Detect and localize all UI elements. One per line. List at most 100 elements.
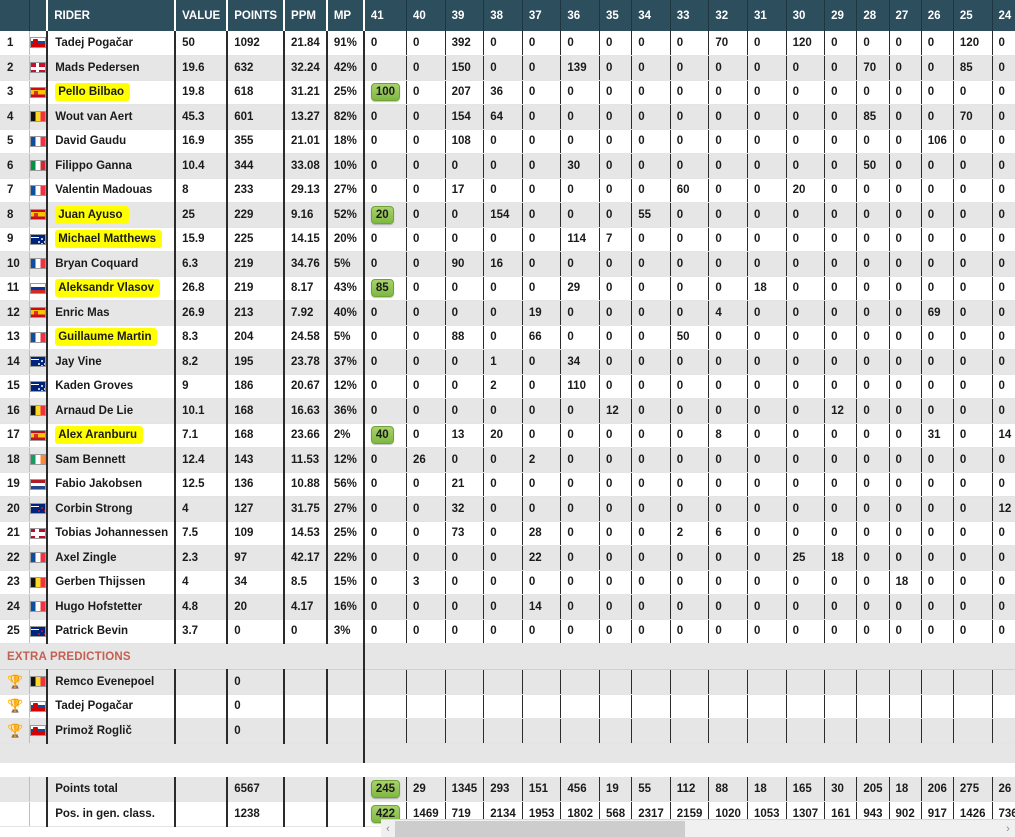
rider-name-cell[interactable]: David Gaudu — [47, 129, 177, 154]
table-row[interactable]: 19 Fabio Jakobsen 12.5 136 10.88 56% 0 0 21 0 0 0 0 0… — [0, 472, 1015, 497]
column-header-stage-32[interactable]: 32 — [708, 0, 748, 31]
table-row[interactable]: 21 Tobias Johannessen 7.5 109 14.53 25% 0 0 73 0 2… — [0, 521, 1015, 546]
extra-prediction-name[interactable]: Tadej Pogačar — [47, 694, 177, 719]
column-header-stage-35[interactable]: 35 — [599, 0, 633, 31]
rider-name-highlighted[interactable]: Aleksandr Vlasov — [55, 279, 161, 298]
stage-cell-41: 0 — [363, 472, 408, 497]
table-row[interactable]: 22 Axel Zingle 2.3 97 42.17 22% 0 0 0 0 22 0 0 0 0 0 0 25… — [0, 545, 1015, 571]
column-header-rider[interactable]: RIDER — [47, 0, 177, 31]
stage-cell-28: 0 — [856, 594, 890, 620]
scrollbar-track[interactable] — [395, 820, 1001, 837]
table-row[interactable]: 17 Alex Aranburu 7.1 168 23.66 2% 40 0 13 20 0 0 0 0 0… — [0, 423, 1015, 448]
table-row[interactable]: 20 Corbin Strong 4 127 31.75 27% 0 0 32 0 0 0 0 0 0 0 0 0… — [0, 496, 1015, 522]
rider-name-cell[interactable]: Aleksandr Vlasov — [47, 276, 177, 301]
rider-name-cell[interactable]: Hugo Hofstetter — [47, 594, 177, 620]
rider-mp: 22% — [326, 545, 365, 571]
column-header-stage-38[interactable]: 38 — [483, 0, 523, 31]
extra-prediction-row[interactable]: 🏆 Primož Roglič 0 — [0, 718, 1015, 744]
rider-name-cell[interactable]: Arnaud De Lie — [47, 398, 177, 424]
column-header-stage-26[interactable]: 26 — [921, 0, 954, 31]
table-row[interactable]: 3 Pello Bilbao 19.8 618 31.21 25% 100 0 207 36 0 0 0… — [0, 80, 1015, 105]
table-row[interactable]: 2 Mads Pedersen 19.6 632 32.24 42% 0 0 150 0 0 139 0… — [0, 55, 1015, 81]
scroll-right-arrow-icon[interactable]: › — [1001, 820, 1015, 837]
rider-name-highlighted[interactable]: Michael Matthews — [55, 230, 162, 249]
column-header-stage-29[interactable]: 29 — [824, 0, 858, 31]
horizontal-scrollbar[interactable]: ‹ › — [381, 819, 1015, 837]
table-row[interactable]: 11 Aleksandr Vlasov 26.8 219 8.17 43% 85 0 0 0 0 29… — [0, 276, 1015, 301]
table-row[interactable]: 25 Patrick Bevin 3.7 0 0 3% 0 0 0 0 0 0 0 0 0 0 0 0 0 0 0 0 0 0… — [0, 619, 1015, 644]
column-header-stage-40[interactable]: 40 — [406, 0, 446, 31]
rider-name-cell[interactable]: Kaden Groves — [47, 374, 177, 399]
rider-name-cell[interactable]: Juan Ayuso — [47, 202, 177, 228]
rider-name-cell[interactable]: Patrick Bevin — [47, 619, 177, 644]
column-header-flag[interactable] — [29, 0, 49, 31]
column-header-stage-25[interactable]: 25 — [953, 0, 993, 31]
table-row[interactable]: 18 Sam Bennett 12.4 143 11.53 12% 0 26 0 0 2 0 0 0 0 0 0… — [0, 447, 1015, 473]
column-header-stage-24[interactable]: 24 — [992, 0, 1015, 31]
scroll-left-arrow-icon[interactable]: ‹ — [381, 820, 395, 837]
rider-name-highlighted[interactable]: Pello Bilbao — [55, 83, 131, 102]
table-row[interactable]: 9 Michael Matthews 15.9 225 14.15 20% 0 0 0 0 0 114… — [0, 227, 1015, 252]
rider-name-cell[interactable]: Tadej Pogačar — [47, 31, 177, 56]
rider-name-cell[interactable]: Pello Bilbao — [47, 80, 177, 105]
rider-name-cell[interactable]: Michael Matthews — [47, 227, 177, 252]
rider-name-cell[interactable]: Bryan Coquard — [47, 251, 177, 277]
column-header-stage-36[interactable]: 36 — [560, 0, 600, 31]
rider-name-cell[interactable]: Axel Zingle — [47, 545, 177, 571]
rider-name-cell[interactable]: Tobias Johannessen — [47, 521, 177, 546]
extra-prediction-name[interactable]: Remco Evenepoel — [47, 669, 177, 695]
extra-prediction-row[interactable]: 🏆 Remco Evenepoel 0 — [0, 669, 1015, 695]
table-row[interactable]: 12 Enric Mas 26.9 213 7.92 40% 0 0 0 0 19 0 0 0 0 4 0 0 0 0… — [0, 300, 1015, 326]
table-row[interactable]: 4 Wout van Aert 45.3 601 13.27 82% 0 0 154 64 0 0 0 0… — [0, 104, 1015, 130]
table-row[interactable]: 14 Jay Vine 8.2 195 23.78 37% 0 0 0 1 0 34 0 0 0 0 0 0 0 0 0… — [0, 349, 1015, 375]
column-header-stage-28[interactable]: 28 — [856, 0, 890, 31]
table-row[interactable]: 23 Gerben Thijssen 4 34 8.5 15% 0 3 0 0 0 0 0 0 0 0 0 0 0 0… — [0, 570, 1015, 595]
column-header-stage-27[interactable]: 27 — [889, 0, 922, 31]
extra-prediction-name[interactable]: Primož Roglič — [47, 718, 177, 744]
rider-name-highlighted[interactable]: Juan Ayuso — [55, 205, 129, 224]
column-header-stage-37[interactable]: 37 — [522, 0, 562, 31]
column-header-ppm[interactable]: PPM — [284, 0, 328, 31]
column-header-stage-33[interactable]: 33 — [670, 0, 710, 31]
column-header-value[interactable]: VALUE — [175, 0, 229, 31]
table-row[interactable]: 24 Hugo Hofstetter 4.8 20 4.17 16% 0 0 0 0 14 0 0 0 0 0… — [0, 594, 1015, 620]
rider-name-cell[interactable]: Wout van Aert — [47, 104, 177, 130]
table-row[interactable]: 10 Bryan Coquard 6.3 219 34.76 5% 0 0 90 16 0 0 0 0 0 0… — [0, 251, 1015, 277]
column-header-mp[interactable]: MP — [326, 0, 365, 31]
column-header-stage-39[interactable]: 39 — [445, 0, 485, 31]
rider-name-highlighted[interactable]: Guillaume Martin — [55, 328, 158, 347]
column-header-stage-30[interactable]: 30 — [786, 0, 826, 31]
column-header-points[interactable]: POINTS — [227, 0, 286, 31]
table-row[interactable]: 15 Kaden Groves 9 186 20.67 12% 0 0 0 2 0 110 0 0 0 0 0 0… — [0, 374, 1015, 399]
rider-name-cell[interactable]: Mads Pedersen — [47, 55, 177, 81]
column-header-stage-34[interactable]: 34 — [631, 0, 671, 31]
rider-name-cell[interactable]: Filippo Ganna — [47, 153, 177, 179]
rider-name-cell[interactable]: Alex Aranburu — [47, 423, 177, 448]
rider-name-cell[interactable]: Sam Bennett — [47, 447, 177, 473]
table-row[interactable]: 6 Filippo Ganna 10.4 344 33.08 10% 0 0 0 0 0 30 0 0 0 0… — [0, 153, 1015, 179]
stage-cell-32: 0 — [708, 545, 748, 571]
rider-name-cell[interactable]: Corbin Strong — [47, 496, 177, 522]
table-row[interactable]: 16 Arnaud De Lie 10.1 168 16.63 36% 0 0 0 0 0 0 12 0 0… — [0, 398, 1015, 424]
rider-name-cell[interactable]: Valentin Madouas — [47, 178, 177, 203]
table-row[interactable]: 1 Tadej Pogačar 50 1092 21.84 91% 0 0 392 0 0 0 0 0 0 7… — [0, 31, 1015, 56]
stage-cell-24: 0 — [992, 276, 1015, 301]
stage-cell-25: 0 — [953, 349, 993, 375]
column-header-stage-41[interactable]: 41 — [363, 0, 408, 31]
column-header-rank[interactable] — [0, 0, 31, 31]
table-row[interactable]: 5 David Gaudu 16.9 355 21.01 18% 0 0 108 0 0 0 0 0 0 0 0… — [0, 129, 1015, 154]
column-header-stage-31[interactable]: 31 — [747, 0, 787, 31]
table-row[interactable]: 7 Valentin Madouas 8 233 29.13 27% 0 0 17 0 0 0 0 0 60… — [0, 178, 1015, 203]
stage-cell-32: 0 — [708, 398, 748, 424]
rider-name-highlighted[interactable]: Alex Aranburu — [55, 426, 143, 445]
rider-name-cell[interactable]: Fabio Jakobsen — [47, 472, 177, 497]
rider-name-cell[interactable]: Enric Mas — [47, 300, 177, 326]
table-row[interactable]: 8 Juan Ayuso 25 229 9.16 52% 20 0 0 154 0 0 0 55 0 0 0 0 0… — [0, 202, 1015, 228]
rider-name-cell[interactable]: Jay Vine — [47, 349, 177, 375]
table-row[interactable]: 13 Guillaume Martin 8.3 204 24.58 5% 0 0 88 0 66 0 0… — [0, 325, 1015, 350]
rider-name-cell[interactable]: Guillaume Martin — [47, 325, 177, 350]
rider-points: 632 — [227, 55, 286, 81]
extra-prediction-row[interactable]: 🏆 Tadej Pogačar 0 — [0, 694, 1015, 719]
scrollbar-thumb[interactable] — [395, 820, 685, 837]
rider-name-cell[interactable]: Gerben Thijssen — [47, 570, 177, 595]
